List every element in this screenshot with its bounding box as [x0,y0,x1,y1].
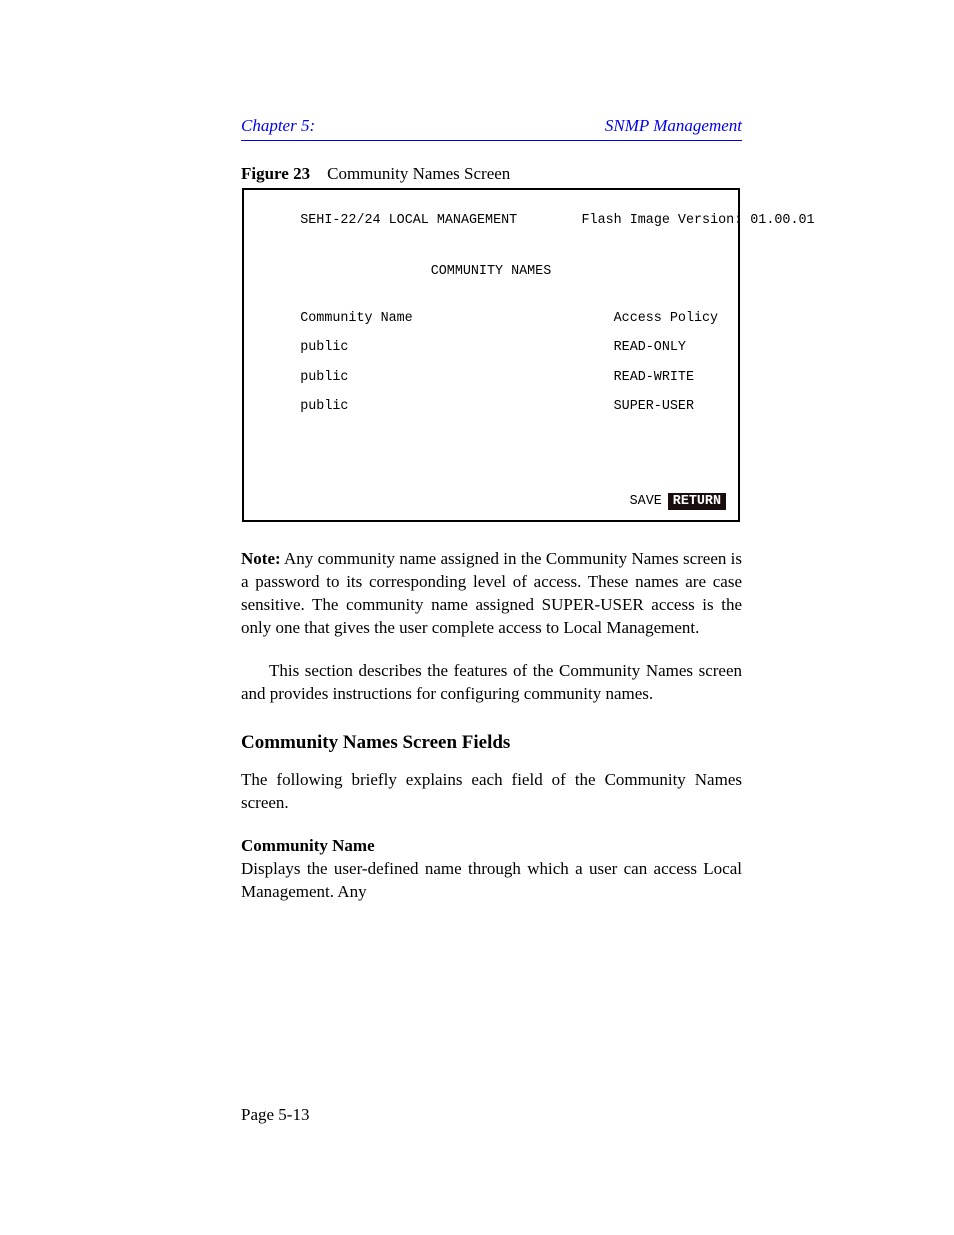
panel-model: SEHI-22/24 [300,213,380,228]
panel-row-policy: READ-ONLY [614,340,686,355]
page: Chapter 5: SNMP Management Figure 23 Com… [0,0,954,1235]
figure-title: Community Names Screen [327,164,510,183]
panel-row: public READ-ONLY [252,340,730,355]
panel-row-policy: READ-WRITE [614,370,694,385]
header-section-link[interactable]: SNMP Management [605,116,742,136]
note-label: Note: [241,549,281,568]
panel-row: public READ-WRITE [252,370,730,385]
section-heading: Community Names Screen Fields [241,730,742,756]
figure-caption: Figure 23 Community Names Screen [241,164,510,184]
paragraph: The following briefly explains each fiel… [241,769,742,815]
col-header-policy: Access Policy [614,311,718,326]
panel-fw-label: Flash Image Version: [582,213,743,228]
col-header-name: Community Name [300,311,413,326]
figure-number: Figure 23 [241,164,310,183]
note-text: Any community name assigned in the Commu… [241,549,742,637]
panel-row-name: public [300,340,348,355]
paragraph: This section describes the features of t… [241,660,742,706]
return-button[interactable]: RETURN [668,493,726,510]
terminal-screen: SEHI-22/24 LOCAL MANAGEMENT Flash Image … [242,188,740,522]
page-number: Page 5-13 [241,1105,309,1125]
subheading: Community Name [241,836,375,855]
header-rule [241,140,742,141]
panel-lm-type: LOCAL MANAGEMENT [389,213,518,228]
save-button[interactable]: SAVE [630,494,662,509]
panel-footer-row: SAVE RETURN [630,493,726,510]
body-text: Note: Any community name assigned in the… [241,548,742,924]
page-footer: Page 5-13 [241,1105,742,1125]
panel-title: COMMUNITY NAMES [252,264,730,279]
panel-row-policy: SUPER-USER [614,399,694,414]
panel-row-name: public [300,399,348,414]
running-header: Chapter 5: SNMP Management [241,116,742,136]
panel-row-name: public [300,370,348,385]
panel-fw-value: 01.00.01 [750,213,814,228]
panel-row: public SUPER-USER [252,399,730,414]
paragraph: Displays the user-defined name through w… [241,859,742,901]
header-chapter-link[interactable]: Chapter 5: [241,116,315,136]
